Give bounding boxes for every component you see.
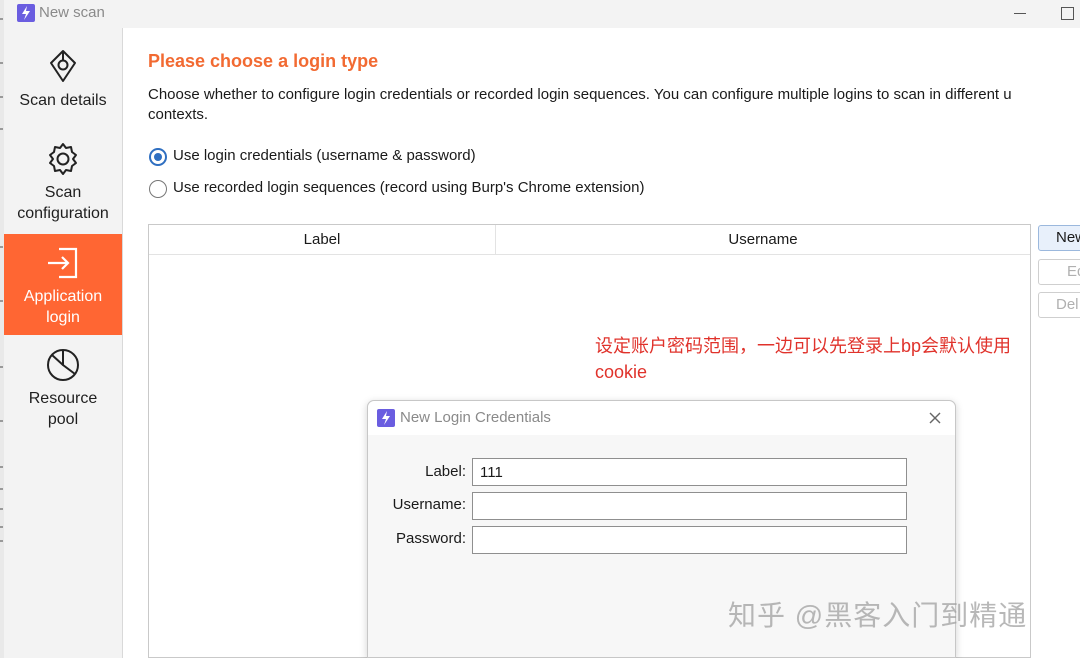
login-type-description: Choose whether to configure login creden… [148, 85, 1080, 127]
username-input[interactable] [472, 492, 907, 520]
new-button[interactable]: New [1038, 225, 1080, 251]
label-field-label: Label: [425, 463, 466, 480]
close-icon[interactable] [926, 409, 944, 427]
login-credentials-option[interactable]: Use login credentials (username & passwo… [149, 147, 509, 169]
label-input[interactable] [472, 458, 907, 486]
dialog-title: New Login Credentials [400, 409, 551, 426]
annotation-note: 设定账户密码范围，一边可以先登录上bp会默认使用cookie [595, 336, 1012, 382]
radio-login-credentials[interactable] [149, 148, 167, 166]
window-title: New scan [39, 4, 105, 21]
watermark: 知乎 @黑客入门到精通 [728, 600, 1028, 631]
description-line-1: Choose whether to configure login creden… [148, 86, 1012, 103]
title-bar: New scan [4, 0, 1080, 28]
sidebar-item-scan-configuration[interactable]: Scan configuration [4, 134, 122, 230]
table-header: Label Username [149, 225, 1030, 255]
maximize-icon[interactable] [1056, 2, 1080, 24]
burp-app-icon [17, 4, 35, 22]
delete-button[interactable]: Del [1038, 292, 1080, 318]
burp-app-icon [377, 409, 395, 427]
column-header-label[interactable]: Label [149, 225, 496, 254]
minimize-icon[interactable] [1008, 2, 1034, 24]
password-input[interactable] [472, 526, 907, 554]
password-field-label: Password: [395, 530, 466, 547]
sidebar-item-application-login[interactable]: Application login [4, 234, 122, 335]
sidebar-item-label: Scan details [19, 92, 107, 109]
dialog-title-bar: New Login Credentials [368, 401, 955, 435]
scan-sidebar: Scan details Scan configuration Applicat… [4, 28, 123, 658]
pie-chart-icon [47, 349, 79, 381]
sidebar-item-label: Resource pool [28, 390, 98, 428]
radio-label: Use recorded login sequences (record usi… [173, 179, 645, 196]
login-icon [48, 247, 78, 279]
radio-label: Use login credentials (username & passwo… [173, 147, 476, 164]
sidebar-item-label: Scan configuration [17, 184, 109, 222]
column-header-username[interactable]: Username [496, 225, 1030, 254]
sidebar-item-resource-pool[interactable]: Resource pool [4, 340, 122, 444]
page-title: Please choose a login type [148, 51, 379, 71]
edit-button[interactable]: Ed [1038, 259, 1080, 285]
sidebar-item-label: Application login [23, 288, 103, 326]
description-line-2: contexts. [148, 106, 209, 123]
username-field-label: Username: [392, 496, 466, 513]
sidebar-item-scan-details[interactable]: Scan details [4, 42, 122, 128]
gear-icon [49, 143, 77, 175]
recorded-login-option[interactable]: Use recorded login sequences (record usi… [149, 179, 689, 201]
radio-recorded-login[interactable] [149, 180, 167, 198]
target-icon [50, 50, 76, 82]
